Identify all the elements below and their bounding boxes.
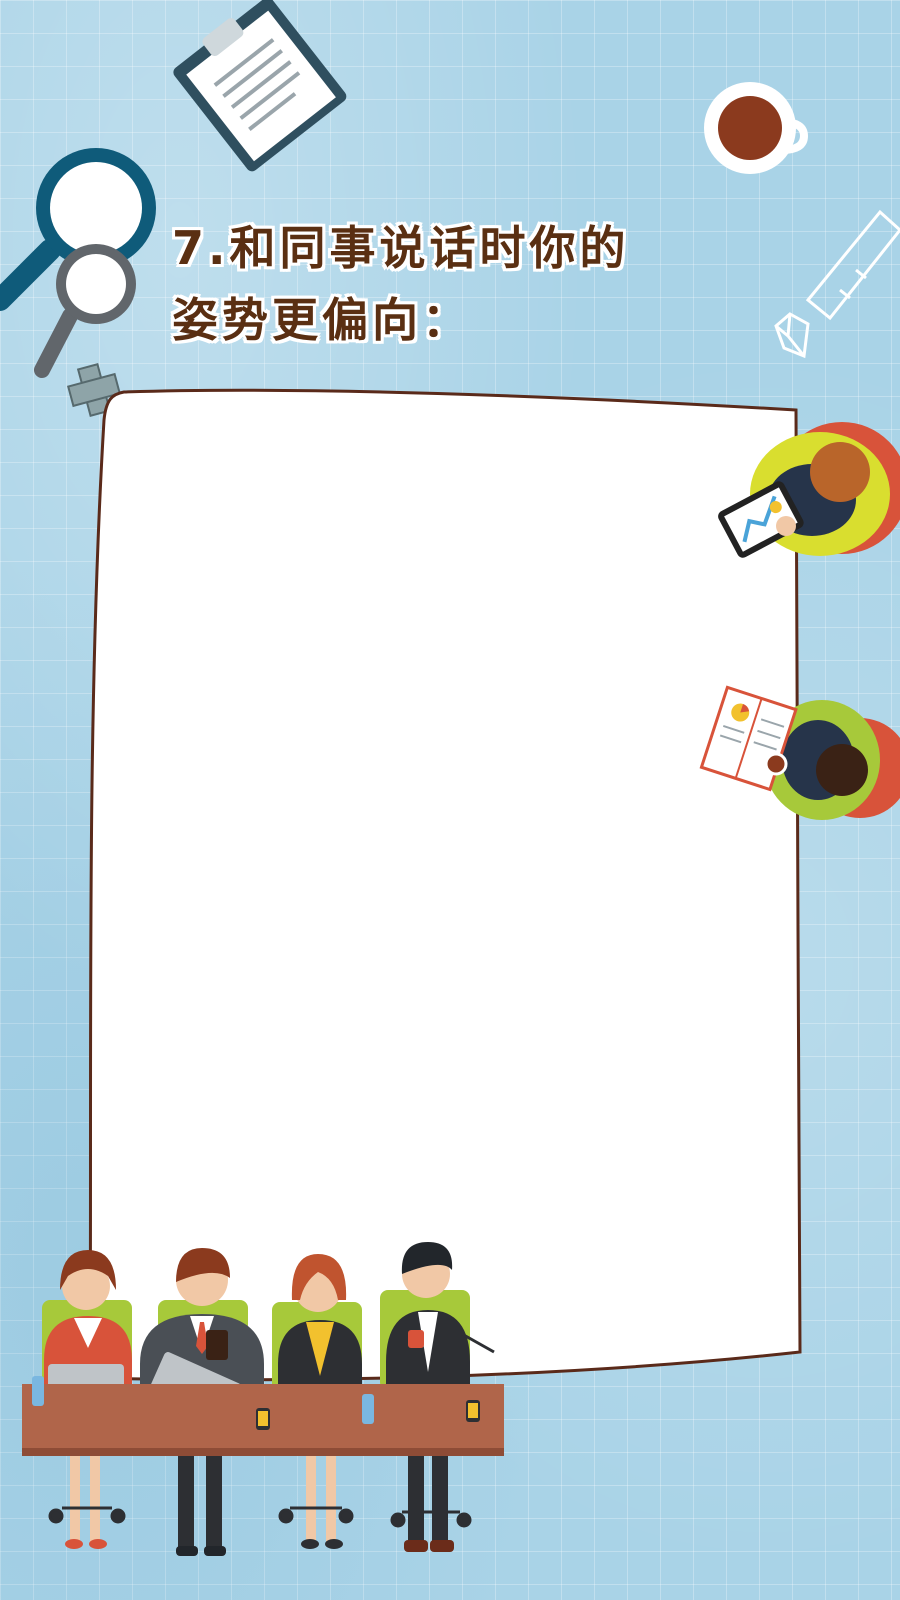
- clipboard-icon: [173, 0, 347, 172]
- coffee-cup-icon: [704, 82, 809, 174]
- answer-card: [88, 388, 802, 1382]
- cube-icon: [774, 312, 810, 359]
- question-title: 7.和同事说话时你的 姿势更偏向：: [172, 212, 732, 356]
- magnifier-small-icon: [34, 244, 136, 378]
- ruler-icon: [805, 209, 900, 321]
- question-line-1: 7.和同事说话时你的: [172, 221, 630, 275]
- question-line-2: 姿势更偏向：: [172, 293, 472, 347]
